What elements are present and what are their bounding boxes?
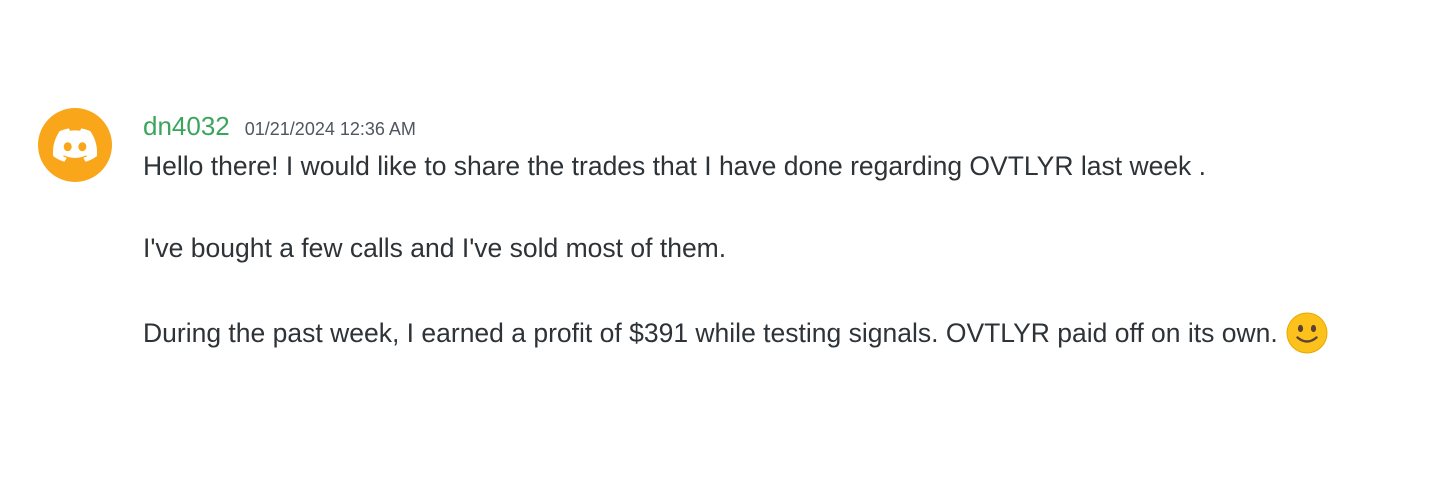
slightly-smiling-face-icon — [1286, 312, 1328, 354]
chat-message: dn4032 01/21/2024 12:36 AM Hello there! … — [0, 0, 1455, 480]
username[interactable]: dn4032 — [143, 108, 230, 144]
message-text: Hello there! I would like to share the t… — [143, 151, 1207, 181]
discord-logo-icon — [53, 128, 97, 162]
timestamp: 01/21/2024 12:36 AM — [244, 119, 416, 139]
message-header: dn4032 01/21/2024 12:36 AM — [143, 108, 416, 144]
message-line: I've bought a few calls and I've sold mo… — [143, 230, 726, 266]
message-line: Hello there! I would like to share the t… — [143, 148, 1206, 184]
message-text: I've bought a few calls and I've sold mo… — [143, 233, 727, 263]
message-line: During the past week, I earned a profit … — [143, 312, 1328, 354]
message-text: During the past week, I earned a profit … — [143, 318, 1278, 348]
avatar[interactable] — [38, 108, 112, 182]
